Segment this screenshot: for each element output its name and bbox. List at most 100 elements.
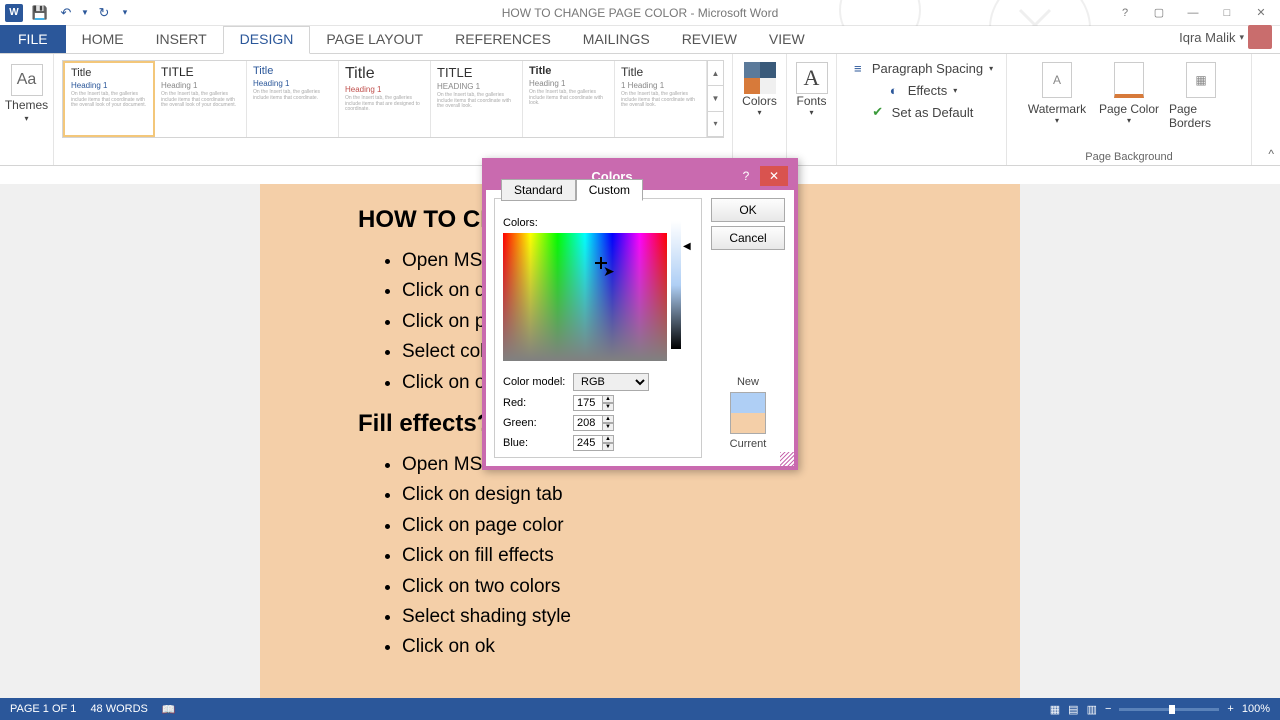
gallery-item[interactable]: TitleHeading 1On the Insert tab, the gal… (247, 61, 339, 137)
effects-button[interactable]: ◐Effects▾ (886, 82, 958, 98)
document-formatting-gallery[interactable]: TitleHeading 1On the Insert tab, the gal… (62, 60, 724, 138)
tab-page-layout[interactable]: PAGE LAYOUT (310, 27, 439, 53)
blue-input[interactable] (573, 435, 603, 451)
luminance-arrow-icon[interactable]: ◀ (683, 241, 691, 252)
spin-down-icon[interactable]: ▼ (602, 423, 614, 431)
paragraph-spacing-icon: ≡ (850, 60, 866, 76)
fonts-button[interactable]: A Fonts ▾ (790, 58, 834, 121)
print-layout-icon[interactable]: ▤ (1068, 703, 1078, 716)
gallery-item[interactable]: TitleHeading 1On the Insert tab, the gal… (523, 61, 615, 137)
list-item: Click on two colors (402, 572, 922, 602)
qat-customize-icon[interactable]: ▾ (118, 2, 132, 24)
zoom-slider[interactable] (1119, 708, 1219, 711)
save-button[interactable]: 💾 (28, 2, 52, 24)
zoom-in-button[interactable]: + (1227, 703, 1233, 715)
spin-up-icon[interactable]: ▲ (602, 435, 614, 443)
spin-down-icon[interactable]: ▼ (602, 443, 614, 451)
colors-dialog: Colors ? ✕ Standard Custom Colors: ➤ ◀ C… (482, 158, 798, 470)
tab-view[interactable]: VIEW (753, 27, 821, 53)
web-layout-icon[interactable]: ▥ (1087, 703, 1097, 716)
maximize-button[interactable]: □ (1214, 3, 1240, 23)
color-preview (730, 392, 766, 434)
gallery-more-icon[interactable]: ▾ (708, 112, 723, 137)
gallery-item[interactable]: TITLEHEADING 1On the Insert tab, the gal… (431, 61, 523, 137)
effects-label: Effects (908, 83, 948, 98)
check-icon: ✔ (870, 104, 886, 120)
redo-button[interactable]: ↻ (92, 2, 116, 24)
paragraph-spacing-button[interactable]: ≡Paragraph Spacing▾ (850, 60, 993, 76)
scroll-up-icon[interactable]: ▲ (708, 61, 723, 86)
red-label: Red: (503, 397, 567, 409)
gallery-item[interactable]: TitleHeading 1On the Insert tab, the gal… (339, 61, 431, 137)
cursor-icon: ➤ (603, 263, 615, 280)
page-status[interactable]: PAGE 1 OF 1 (10, 703, 76, 715)
page-color-button[interactable]: Page Color▾ (1097, 62, 1161, 130)
group-label: Page Background (1007, 151, 1251, 163)
tab-insert[interactable]: INSERT (140, 27, 223, 53)
gallery-item[interactable]: Title1 Heading 1On the Insert tab, the g… (615, 61, 707, 137)
spin-up-icon[interactable]: ▲ (602, 395, 614, 403)
themes-button[interactable]: Aa Themes ▾ (5, 58, 49, 123)
undo-dropdown-icon[interactable]: ▼ (80, 2, 90, 24)
chevron-down-icon: ▾ (953, 86, 957, 95)
themes-icon: Aa (11, 64, 43, 96)
ribbon: Aa Themes ▾ TitleHeading 1On the Insert … (0, 54, 1280, 166)
spin-up-icon[interactable]: ▲ (602, 415, 614, 423)
cancel-button[interactable]: Cancel (711, 226, 785, 250)
chevron-down-icon: ▾ (24, 114, 28, 123)
read-mode-icon[interactable]: ▦ (1050, 703, 1060, 716)
proofing-icon[interactable]: 📖 (162, 703, 176, 716)
spin-down-icon[interactable]: ▼ (602, 403, 614, 411)
collapse-ribbon-button[interactable]: ^ (1268, 147, 1274, 161)
set-default-label: Set as Default (892, 105, 974, 120)
color-model-label: Color model: (503, 376, 567, 388)
word-count[interactable]: 48 WORDS (90, 703, 147, 715)
paragraph-spacing-label: Paragraph Spacing (872, 61, 983, 76)
user-account[interactable]: Iqra Malik ▾ (1179, 25, 1280, 53)
tab-review[interactable]: REVIEW (666, 27, 753, 53)
tab-custom[interactable]: Custom (576, 179, 643, 201)
page-borders-button[interactable]: ▦Page Borders (1169, 62, 1233, 130)
minimize-button[interactable]: — (1180, 3, 1206, 23)
gallery-item[interactable]: TITLEHeading 1On the Insert tab, the gal… (155, 61, 247, 137)
set-default-button[interactable]: ✔ Set as Default (870, 104, 974, 120)
scroll-down-icon[interactable]: ▼ (708, 86, 723, 111)
resize-grip[interactable] (780, 452, 794, 466)
tab-standard[interactable]: Standard (501, 179, 576, 201)
luminance-bar[interactable] (671, 221, 681, 349)
undo-button[interactable]: ↶ (54, 2, 78, 24)
green-input[interactable] (573, 415, 603, 431)
dialog-close-button[interactable]: ✕ (760, 166, 788, 186)
gallery-scrollbar[interactable]: ▲▼▾ (707, 61, 723, 137)
quick-access-toolbar: W 💾 ↶ ▼ ↻ ▾ (0, 2, 132, 24)
tab-mailings[interactable]: MAILINGS (567, 27, 666, 53)
ribbon-options-button[interactable]: ▢ (1146, 3, 1172, 23)
tab-file[interactable]: FILE (0, 25, 66, 53)
list-item: Click on page color (402, 511, 922, 541)
fonts-label: Fonts (796, 94, 826, 108)
gallery-item[interactable]: TitleHeading 1On the Insert tab, the gal… (63, 61, 155, 137)
list-item: Click on ok (402, 632, 922, 662)
themes-label: Themes (5, 98, 48, 112)
title-bar: W 💾 ↶ ▼ ↻ ▾ HOW TO CHANGE PAGE COLOR - M… (0, 0, 1280, 26)
new-label: New (737, 376, 759, 388)
dialog-help-button[interactable]: ? (732, 166, 760, 186)
ribbon-tabs: FILE HOME INSERT DESIGN PAGE LAYOUT REFE… (0, 26, 1280, 54)
zoom-level[interactable]: 100% (1242, 703, 1270, 715)
tab-home[interactable]: HOME (66, 27, 140, 53)
tab-design[interactable]: DESIGN (223, 26, 311, 54)
zoom-out-button[interactable]: − (1105, 703, 1111, 715)
help-button[interactable]: ? (1112, 3, 1138, 23)
color-model-select[interactable]: RGB (573, 373, 649, 391)
green-label: Green: (503, 417, 567, 429)
list-item: Click on design tab (402, 480, 922, 510)
color-spectrum[interactable]: ➤ (503, 233, 667, 361)
close-button[interactable]: ✕ (1248, 3, 1274, 23)
chevron-down-icon: ▾ (809, 108, 813, 117)
red-input[interactable] (573, 395, 603, 411)
ok-button[interactable]: OK (711, 198, 785, 222)
colors-button[interactable]: Colors ▾ (736, 58, 783, 121)
tab-references[interactable]: REFERENCES (439, 27, 567, 53)
avatar (1248, 25, 1272, 49)
watermark-button[interactable]: AWatermark▾ (1025, 62, 1089, 130)
